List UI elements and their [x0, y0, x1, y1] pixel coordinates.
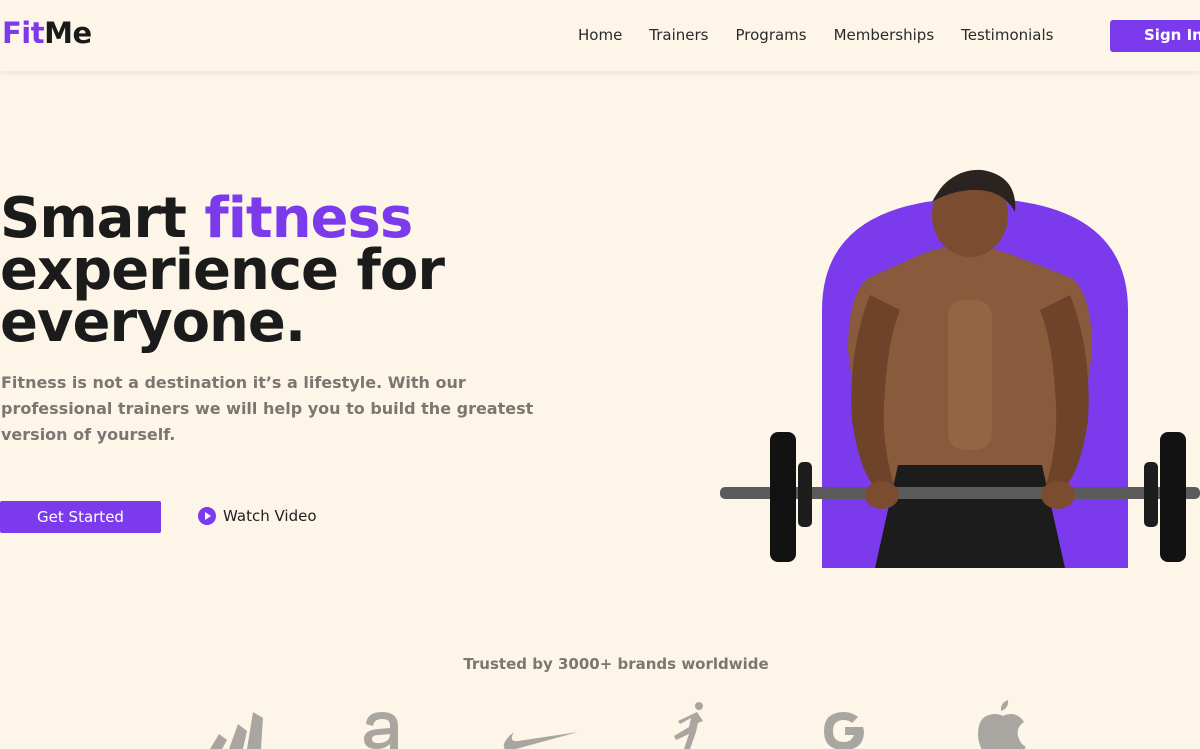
hero-description: Fitness is not a destination it’s a life… — [1, 373, 534, 444]
logo-fit: Fit — [2, 16, 45, 50]
sign-in-button[interactable]: Sign In — [1110, 20, 1200, 52]
nav-home[interactable]: Home — [578, 26, 622, 44]
nav-programs[interactable]: Programs — [736, 26, 807, 44]
hero-image — [720, 169, 1200, 568]
navbar: FitMe Home Trainers Programs Memberships… — [0, 0, 1200, 71]
get-started-button[interactable]: Get Started — [0, 501, 161, 533]
logo-me: Me — [44, 16, 92, 50]
jordan-icon — [674, 702, 703, 749]
watch-video-label: Watch Video — [223, 507, 317, 525]
nav-testimonials[interactable]: Testimonials — [961, 26, 1053, 44]
logo[interactable]: FitMe — [2, 16, 92, 50]
apple-icon — [978, 700, 1026, 749]
hero-title-line3: everyone. — [0, 290, 306, 355]
hero-title: Smart fitness experience for everyone. — [0, 191, 445, 351]
play-icon — [198, 507, 216, 525]
nav-trainers[interactable]: Trainers — [649, 26, 708, 44]
nike-icon — [503, 732, 578, 749]
watch-video-button[interactable]: Watch Video — [198, 507, 317, 525]
nav-memberships[interactable]: Memberships — [834, 26, 935, 44]
adidas-icon — [210, 712, 263, 749]
trusted-text: Trusted by 3000+ brands worldwide — [463, 655, 769, 673]
brand-logos — [190, 700, 1050, 749]
nav-links: Home Trainers Programs Memberships Testi… — [578, 26, 1053, 44]
google-icon — [824, 712, 864, 749]
amazon-icon — [364, 712, 398, 749]
